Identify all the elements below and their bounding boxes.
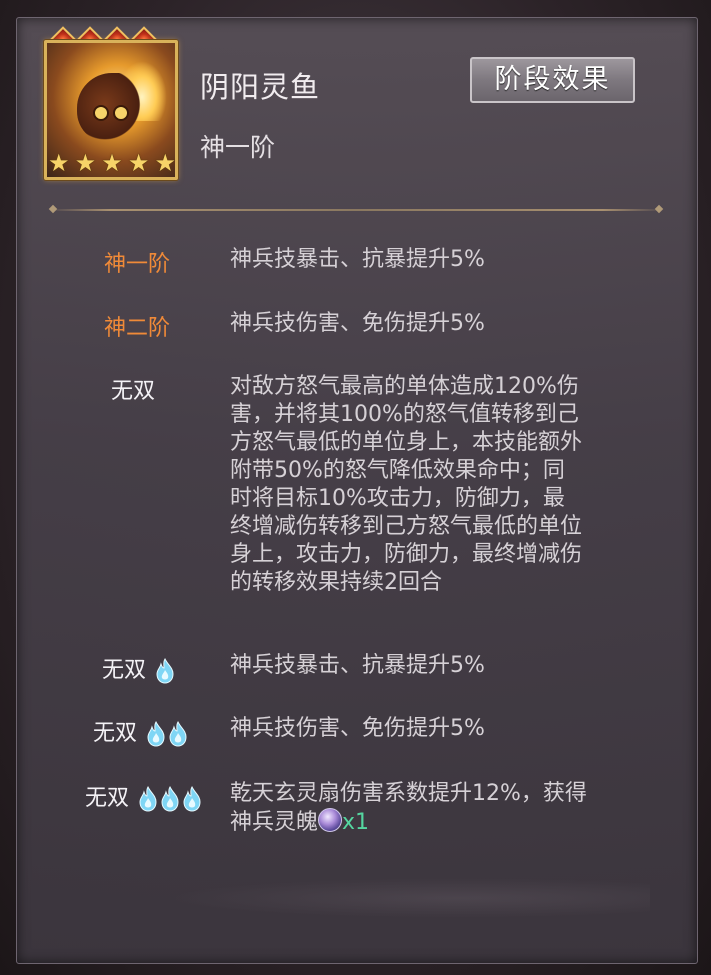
- desc-line: 的转移效果持续2回合: [230, 570, 442, 595]
- wushuang-text: 无双: [84, 786, 129, 811]
- star-icon: ★: [48, 149, 70, 177]
- row-desc-wushuang: 对敌方怒气最高的单体造成120%伤 害，并将其100%的怒气值转移到己 方怒气最…: [230, 373, 670, 597]
- wushuang-text: 无双: [92, 721, 137, 746]
- star-icon: ★: [74, 149, 97, 177]
- desc-line: 身上，攻击力，防御力，最终增减伤: [230, 542, 583, 567]
- blue-flame-icon: [139, 786, 157, 812]
- blue-flame-icon: [147, 721, 165, 747]
- row-label-wushuang-3: 无双: [20, 780, 202, 812]
- wushuang-text: 无双: [101, 658, 146, 683]
- portrait-eye: [113, 105, 129, 121]
- reward-count: x1: [342, 810, 370, 835]
- desc-line: 对敌方怒气最高的单体造成120%伤: [230, 374, 579, 399]
- reward-name: 神兵灵魄: [230, 810, 319, 835]
- item-stage: 神一阶: [200, 133, 276, 162]
- portrait-eye: [93, 105, 109, 121]
- bottom-glow: [170, 878, 650, 918]
- star-rating: ★ ★ ★ ★ ★: [48, 150, 176, 176]
- desc-line: 方怒气最低的单位身上，本技能额外: [230, 430, 583, 455]
- star-icon: ★: [127, 149, 150, 177]
- desc-line: 时将目标10%攻击力，防御力，最: [230, 486, 565, 511]
- stage-effect-button[interactable]: 阶段效果: [470, 57, 635, 103]
- row-desc-wushuang-2: 神兵技伤害、免伤提升5%: [230, 716, 485, 741]
- soul-orb-icon: [318, 808, 343, 832]
- row-label-wushuang: 无双: [110, 379, 155, 404]
- desc-line: 害，并将其100%的怒气值转移到己: [230, 402, 579, 427]
- item-title: 阴阳灵鱼: [200, 70, 321, 104]
- star-icon: ★: [101, 149, 123, 177]
- row-desc-wushuang-1: 神兵技暴击、抗暴提升5%: [230, 653, 485, 678]
- blue-flame-icon: [161, 786, 179, 812]
- desc-line: 终增减伤转移到己方怒气最低的单位: [230, 514, 583, 539]
- row-desc-stage2: 神兵技伤害、免伤提升5%: [230, 311, 485, 336]
- row-desc-wushuang-3: 乾天玄灵扇伤害系数提升12%，获得 神兵灵魄 x1: [230, 780, 670, 837]
- desc-line: 乾天玄灵扇伤害系数提升12%，获得: [230, 781, 587, 806]
- blue-flame-icon: [169, 721, 187, 747]
- blue-flame-icon: [183, 786, 201, 812]
- row-label-stage1: 神一阶: [103, 252, 170, 277]
- row-label-wushuang-2: 无双: [20, 715, 188, 747]
- divider: [48, 209, 664, 211]
- row-label-stage2: 神二阶: [103, 316, 170, 341]
- desc-line-reward: 神兵灵魄 x1: [230, 808, 670, 837]
- star-icon: ★: [154, 149, 176, 177]
- blue-flame-icon: [156, 658, 174, 684]
- desc-line: 附带50%的怒气降低效果命中；同: [230, 458, 565, 483]
- row-label-wushuang-1: 无双: [20, 652, 175, 684]
- row-desc-stage1: 神兵技暴击、抗暴提升5%: [230, 247, 485, 272]
- portrait-creature: [77, 73, 147, 143]
